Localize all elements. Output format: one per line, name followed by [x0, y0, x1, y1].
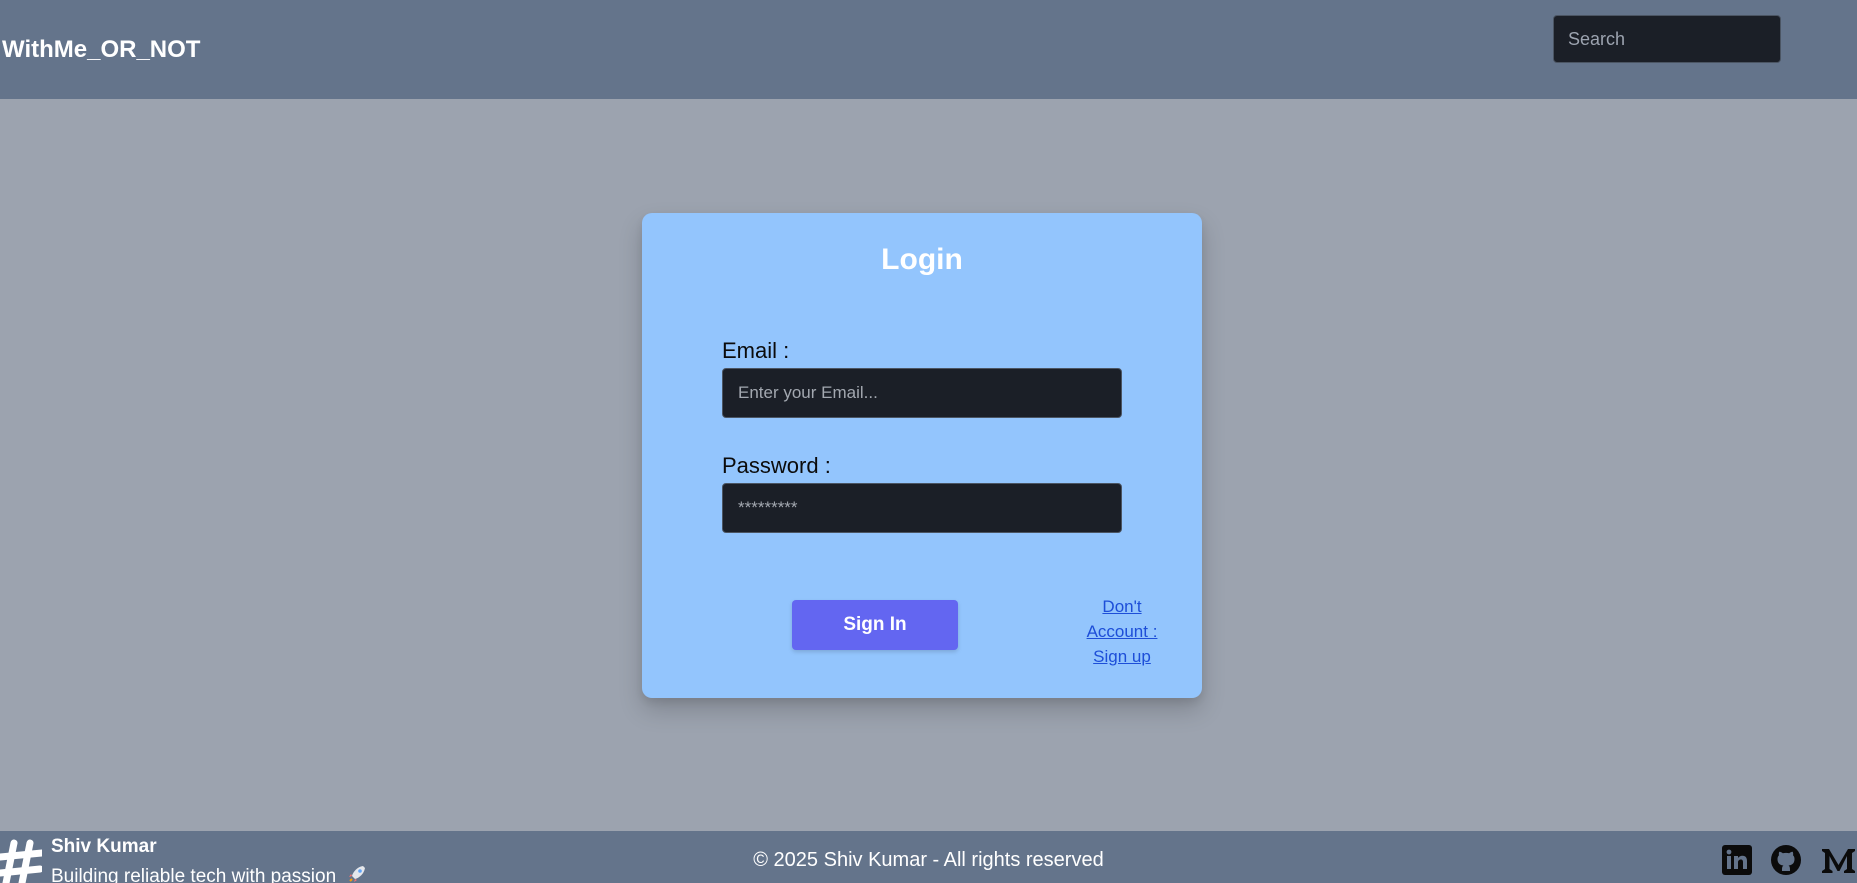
- sign-up-link[interactable]: Don't Account : Sign up: [1078, 594, 1166, 669]
- email-field[interactable]: [722, 368, 1122, 418]
- github-icon[interactable]: [1771, 845, 1801, 875]
- linkedin-icon[interactable]: [1722, 845, 1752, 875]
- medium-icon[interactable]: [1820, 845, 1857, 875]
- password-label: Password :: [722, 453, 831, 478]
- sign-in-button[interactable]: Sign In: [792, 600, 958, 650]
- login-card: Login Email : Password : Sign In Don't A…: [642, 213, 1202, 698]
- navbar: WithMe_OR_NOT: [0, 0, 1857, 99]
- password-field[interactable]: [722, 483, 1122, 533]
- email-label: Email :: [722, 338, 790, 363]
- footer-copyright: © 2025 Shiv Kumar - All rights reserved: [753, 849, 1104, 871]
- brand-title[interactable]: WithMe_OR_NOT: [2, 36, 200, 64]
- footer: Shiv Kumar Building reliable tech with p…: [0, 831, 1857, 883]
- login-title: Login: [881, 243, 963, 276]
- search-input[interactable]: [1553, 15, 1781, 63]
